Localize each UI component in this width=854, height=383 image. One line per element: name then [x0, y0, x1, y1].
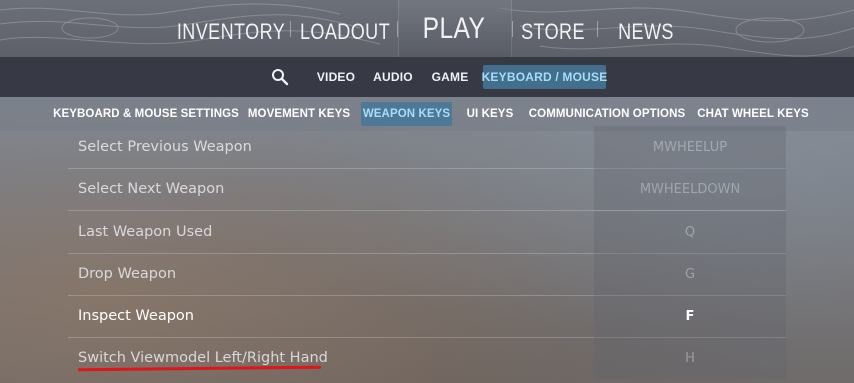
action-label: Inspect Weapon: [78, 308, 194, 324]
main-navigation: INVENTORY LOADOUT PLAY STORE NEWS: [0, 0, 854, 57]
key-binding-button[interactable]: Q: [594, 211, 786, 253]
nav-store[interactable]: STORE: [521, 3, 584, 57]
tab-chat-wheel-keys[interactable]: CHAT WHEEL KEYS: [696, 102, 810, 126]
weapon-keybind-list: Select Previous Weapon MWHEELUP Select N…: [68, 126, 786, 383]
key-binding-button[interactable]: MWHEELDOWN: [594, 168, 786, 210]
nav-inventory[interactable]: INVENTORY: [177, 3, 285, 57]
keybind-row[interactable]: Select Next Weapon MWHEELDOWN: [68, 168, 786, 211]
tab-keyboard-mouse[interactable]: KEYBOARD / MOUSE: [482, 65, 607, 89]
action-label: Select Previous Weapon: [78, 139, 252, 155]
action-label: Last Weapon Used: [78, 224, 213, 240]
tab-video[interactable]: VIDEO: [312, 65, 360, 89]
keybind-row[interactable]: Select Previous Weapon MWHEELUP: [68, 126, 786, 169]
tab-communication-options[interactable]: COMMUNICATION OPTIONS: [528, 102, 686, 126]
keybind-row[interactable]: Last Weapon Used Q: [68, 211, 786, 254]
tab-weapon-keys[interactable]: WEAPON KEYS: [361, 102, 452, 126]
nav-separator: [597, 21, 598, 37]
tab-keyboard-mouse-settings[interactable]: KEYBOARD & MOUSE SETTINGS: [53, 102, 239, 126]
tab-audio[interactable]: AUDIO: [369, 65, 417, 89]
action-label: Switch Viewmodel Left/Right Hand: [78, 350, 328, 366]
tab-game[interactable]: GAME: [426, 65, 474, 89]
key-binding-button[interactable]: F: [594, 295, 786, 337]
keybind-row[interactable]: Switch Viewmodel Left/Right Hand H: [68, 337, 786, 379]
nav-separator: [397, 21, 398, 37]
key-binding-button[interactable]: MWHEELUP: [594, 126, 786, 168]
settings-tabs: VIDEO AUDIO GAME KEYBOARD / MOUSE: [0, 57, 854, 97]
nav-separator: [512, 21, 513, 37]
nav-play[interactable]: PLAY: [423, 0, 485, 57]
action-label: Select Next Weapon: [78, 181, 225, 197]
search-icon[interactable]: [271, 68, 289, 86]
tab-movement-keys[interactable]: MOVEMENT KEYS: [247, 102, 351, 126]
nav-loadout[interactable]: LOADOUT: [300, 3, 390, 57]
tab-ui-keys[interactable]: UI KEYS: [462, 102, 518, 126]
action-label: Drop Weapon: [78, 266, 177, 282]
key-binding-button[interactable]: H: [594, 337, 786, 379]
nav-separator: [290, 21, 291, 37]
keybind-row-highlighted[interactable]: Inspect Weapon F: [68, 295, 786, 338]
keybind-row[interactable]: Drop Weapon G: [68, 253, 786, 296]
key-binding-button[interactable]: G: [594, 253, 786, 295]
nav-news[interactable]: NEWS: [618, 3, 673, 57]
